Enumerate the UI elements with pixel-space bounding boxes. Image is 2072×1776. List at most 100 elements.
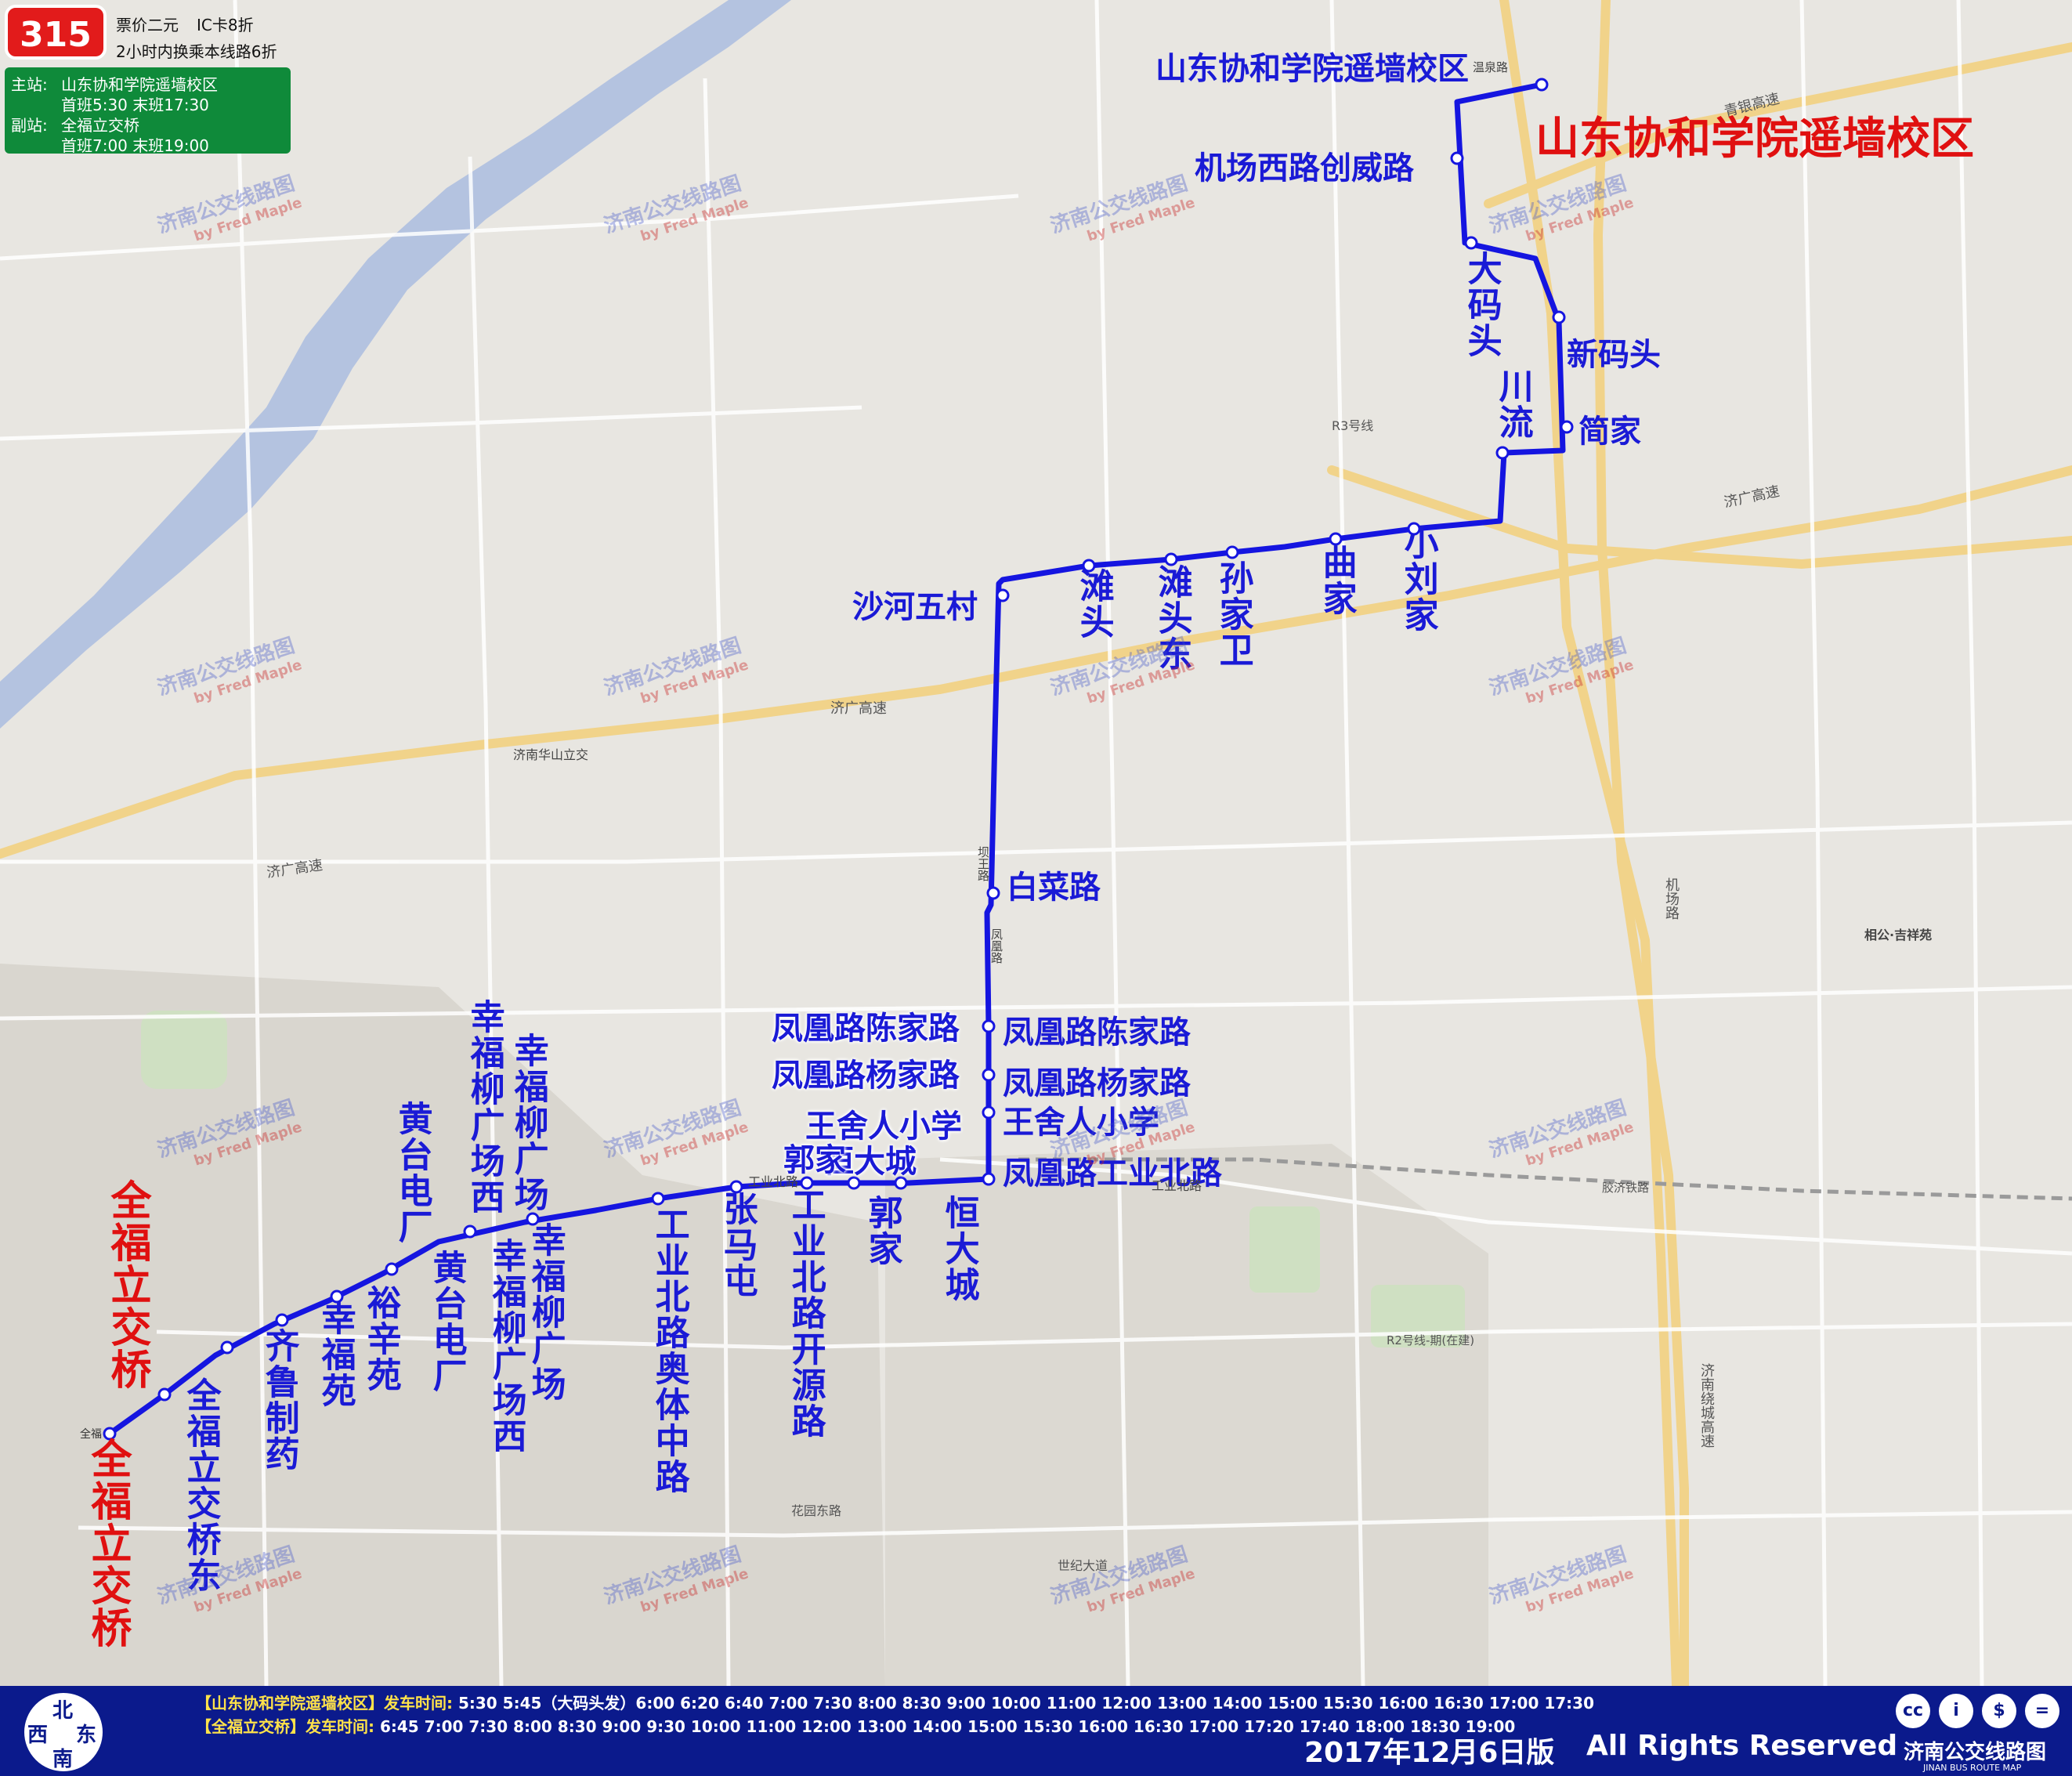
ic-discount-text: IC卡8折 — [197, 16, 254, 34]
edition-date: 2017年12月6日版 — [1304, 1737, 1555, 1769]
stop-label-7: 小刘家 — [1398, 525, 1438, 633]
sub-station-times: 首班7:00 末班19:00 — [61, 136, 209, 155]
terminal-south-label-upper: 全福立交桥 — [103, 1179, 150, 1391]
stop-marker — [275, 1313, 289, 1327]
stop-label-26: 裕辛苑 — [360, 1285, 401, 1393]
road-label-huayuan: 花园东路 — [791, 1503, 842, 1518]
place-quanfu: 全福 — [80, 1428, 102, 1441]
stop-label-23a: 幸福柳广场 — [508, 1033, 548, 1213]
stop-label-28: 齐鲁制药 — [259, 1328, 299, 1472]
place-huashan: 济南华山立交 — [513, 747, 589, 762]
stop-label-13: 白菜路 — [1007, 870, 1101, 906]
fare-text: 票价二元 — [116, 16, 179, 34]
road-label-expressway-2: 济广高速 — [830, 700, 887, 717]
stop-label-1: 山东协和学院遥墙校区 — [1155, 51, 1469, 87]
schedule-row-1: 【山东协和学院遥墙校区】发车时间: 5:30 5:45（大码头发）6:00 6:… — [196, 1691, 1594, 1713]
stop-marker — [996, 588, 1010, 602]
stop-marker — [1329, 532, 1343, 546]
place-xianggong: 相公·吉祥苑 — [1864, 928, 1933, 942]
compass-north: 北 — [52, 1699, 74, 1723]
schedule-2-station: 【全福立交桥】 — [196, 1717, 306, 1736]
stop-marker — [1535, 78, 1549, 92]
route-info-box: 315 票价二元 IC卡8折 2小时内换乘本线路6折 主站: 山东协和学院遥墙校… — [5, 5, 291, 155]
road-label-jichang: 机场路 — [1663, 877, 1680, 920]
stop-label-14a: 凤凰路陈家路 — [772, 1011, 960, 1047]
compass-east: 东 — [76, 1724, 97, 1747]
stop-label-11: 滩头 — [1073, 568, 1114, 640]
stop-label-24a: 幸福柳广场西 — [464, 999, 504, 1215]
schedule-1-station: 【山东协和学院遥墙校区】 — [196, 1694, 384, 1713]
stop-marker — [982, 1019, 996, 1033]
money-icon: $ — [1982, 1694, 2016, 1728]
stop-label-20: 工业北路开源路 — [785, 1187, 826, 1439]
stop-marker — [651, 1192, 665, 1206]
stop-marker — [982, 1105, 996, 1119]
stop-label-24b: 幸福柳广场西 — [486, 1238, 526, 1454]
brand-name-en: JINAN BUS ROUTE MAP — [1923, 1763, 2022, 1773]
stop-label-2: 机场西路创威路 — [1195, 150, 1414, 186]
stop-marker — [1164, 552, 1178, 566]
stop-label-6: 简家 — [1578, 414, 1641, 450]
schedule-1-label: 发车时间: — [384, 1694, 458, 1713]
compass-west: 西 — [27, 1724, 49, 1747]
road-label-gongye-2: 工业北路 — [1152, 1178, 1202, 1193]
park-1 — [141, 1011, 227, 1089]
stop-label-5: 川流 — [1492, 368, 1533, 440]
equal-icon: = — [2025, 1694, 2059, 1728]
road-label-wenquan: 温泉路 — [1473, 60, 1509, 74]
compass: 北 南 西 东 — [22, 1691, 105, 1774]
road-label-fenghuang: 凤凰路 — [989, 928, 1003, 964]
rail-label-jiaoji: 胶济铁路 — [1602, 1181, 1650, 1195]
stop-label-12: 沙河五村 — [852, 589, 978, 625]
stop-marker — [1560, 420, 1574, 434]
rights-text: All Rights Reserved — [1586, 1730, 1898, 1762]
station-info-panel: 主站: 山东协和学院遥墙校区 首班5:30 末班17:30 副站: 全福立交桥 … — [5, 67, 291, 155]
stop-marker — [385, 1262, 399, 1276]
stop-label-8: 曲家 — [1316, 544, 1357, 617]
stop-label-14b: 凤凰路陈家路 — [1003, 1015, 1191, 1051]
stop-marker — [1225, 545, 1239, 559]
stop-label-3: 大码头 — [1461, 251, 1502, 359]
route-number-badge: 315 — [5, 5, 107, 60]
stop-label-15a: 凤凰路杨家路 — [772, 1058, 960, 1094]
stop-label-18b: 恒大城 — [938, 1195, 979, 1303]
person-icon: i — [1939, 1694, 1973, 1728]
stop-label-25b: 黄台电厂 — [426, 1250, 467, 1394]
sub-station-label: 副站: — [11, 116, 48, 135]
stop-marker — [220, 1340, 234, 1355]
main-station-label: 主站: — [11, 75, 48, 94]
footer-bar: 北 南 西 东 【山东协和学院遥墙校区】发车时间: 5:30 5:45（大码头发… — [0, 1686, 2072, 1776]
park-2 — [1249, 1206, 1320, 1293]
stop-marker — [1450, 151, 1464, 165]
stop-marker — [982, 1172, 996, 1186]
stop-marker — [1464, 236, 1478, 250]
stop-label-22: 工业北路奥体中路 — [649, 1206, 689, 1495]
stop-marker — [1495, 446, 1510, 460]
stop-label-19b: 郭家 — [862, 1195, 902, 1267]
stop-label-9: 孙家卫 — [1213, 560, 1253, 668]
road-label-r2: R2号线-期(在建) — [1387, 1333, 1475, 1347]
terminal-south-label-lower: 全福立交桥 — [84, 1438, 131, 1649]
stop-marker — [157, 1387, 172, 1402]
stop-marker — [463, 1224, 477, 1239]
main-station-times: 首班5:30 末班17:30 — [61, 96, 209, 114]
cc-icon: cc — [1896, 1694, 1930, 1728]
stop-label-4: 新码头 — [1567, 337, 1661, 373]
schedule-2-label: 发车时间: — [306, 1717, 380, 1736]
stop-label-23b: 幸福柳广场 — [525, 1222, 566, 1402]
transfer-text: 2小时内换乘本线路6折 — [116, 42, 277, 61]
road-label-bawang: 坝王路 — [976, 846, 990, 881]
road-label-gongye: 工业北路 — [748, 1174, 799, 1189]
brand-name: 济南公交线路图 — [1904, 1741, 2047, 1764]
stop-label-29: 全福立交桥东 — [180, 1377, 221, 1593]
stop-label-21: 张马屯 — [717, 1191, 758, 1299]
stop-marker — [1552, 310, 1566, 324]
road-label-raocheng: 济南绕城高速 — [1698, 1363, 1715, 1448]
stop-marker — [986, 886, 1000, 900]
schedule-1-times: 5:30 5:45（大码头发）6:00 6:20 6:40 7:00 7:30 … — [457, 1694, 1595, 1713]
stop-label-27: 幸福苑 — [315, 1300, 356, 1409]
road-label-r3: R3号线 — [1332, 418, 1374, 433]
compass-south: 南 — [52, 1748, 74, 1771]
sub-station-name: 全福立交桥 — [61, 116, 139, 135]
main-station-name: 山东协和学院遥墙校区 — [61, 75, 218, 94]
